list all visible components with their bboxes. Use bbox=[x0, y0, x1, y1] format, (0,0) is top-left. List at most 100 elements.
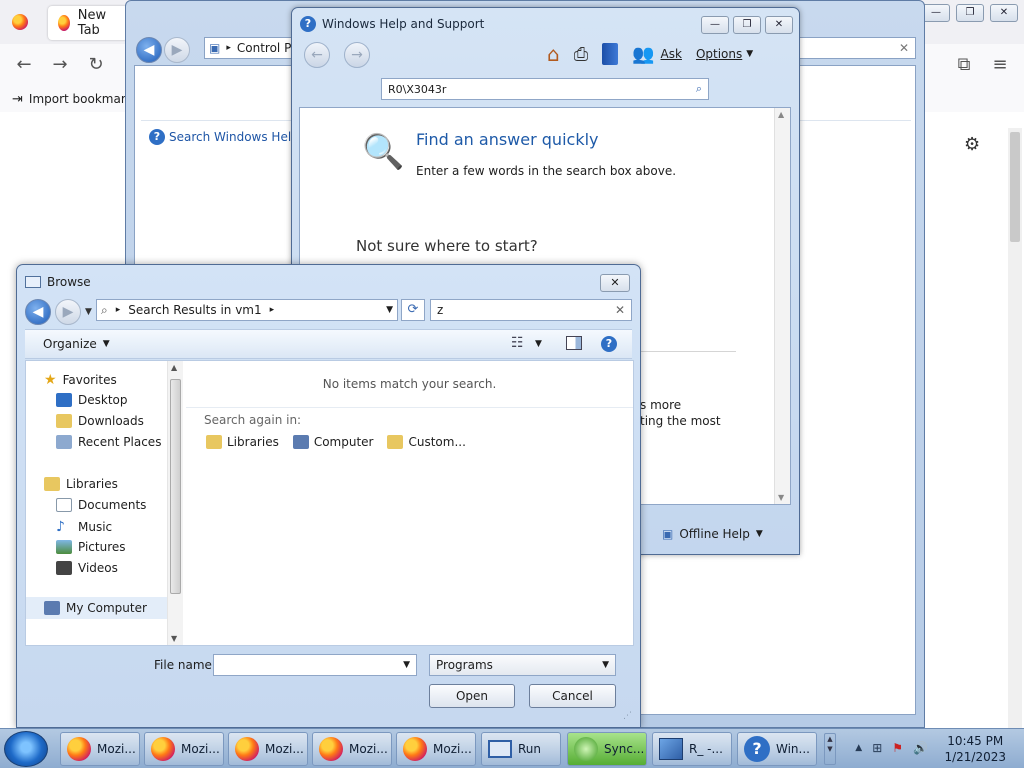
results-pane: No items match your search. Search again… bbox=[186, 361, 633, 645]
reload-icon[interactable]: ↻ bbox=[84, 54, 108, 75]
refresh-icon[interactable]: ⟳ bbox=[401, 299, 425, 321]
ask-label: Ask bbox=[660, 47, 682, 61]
browse-title-bar: Browse bbox=[25, 275, 91, 289]
scroll-down-icon[interactable]: ▼ bbox=[171, 634, 177, 643]
options-label: Options bbox=[695, 47, 743, 61]
taskbar-item-firefox-3[interactable]: Mozi... bbox=[228, 732, 308, 766]
cp-help-link[interactable]: ? Search Windows Help a bbox=[149, 129, 310, 145]
taskbar-item-control-panel[interactable]: R_ -... bbox=[652, 732, 732, 766]
file-name-input[interactable]: ▼ bbox=[213, 654, 417, 676]
taskbar-item-firefox-2[interactable]: Mozi... bbox=[144, 732, 224, 766]
search-again-label: Search again in: bbox=[204, 413, 302, 427]
navigation-pane-scrollbar[interactable]: ▲ ▼ bbox=[167, 361, 183, 645]
start-button[interactable] bbox=[4, 731, 48, 767]
forward-icon[interactable]: → bbox=[48, 54, 72, 75]
nav-computer-label: My Computer bbox=[66, 601, 147, 615]
help-back-button[interactable]: ← bbox=[304, 42, 330, 68]
search-again-custom[interactable]: Custom... bbox=[387, 435, 466, 449]
close-button[interactable]: ✕ bbox=[990, 4, 1018, 22]
clear-search-icon[interactable]: ✕ bbox=[615, 303, 625, 317]
taskbar-item-sync[interactable]: Sync... bbox=[567, 732, 647, 766]
scroll-up-icon[interactable]: ▲ bbox=[778, 110, 784, 119]
browse-forward-button[interactable]: ▶ bbox=[55, 299, 81, 325]
scroll-thumb[interactable] bbox=[170, 379, 181, 594]
options-menu[interactable]: Options ▼ bbox=[696, 47, 753, 61]
help-minimize-button[interactable]: — bbox=[701, 16, 729, 34]
offline-help-menu[interactable]: ▣ Offline Help ▼ bbox=[662, 527, 763, 541]
nav-libraries[interactable]: Libraries bbox=[44, 477, 118, 491]
help-search-input[interactable]: R0\X3043r ⌕ bbox=[381, 78, 709, 100]
browse-help-book-icon[interactable] bbox=[602, 43, 619, 65]
nav-music-label: Music bbox=[78, 520, 113, 534]
cancel-button[interactable]: Cancel bbox=[529, 684, 616, 708]
search-icon[interactable]: ⌕ bbox=[696, 82, 702, 96]
address-dropdown-icon[interactable]: ▼ bbox=[386, 305, 393, 315]
preview-pane-icon[interactable] bbox=[566, 336, 582, 350]
clear-address-icon[interactable]: ✕ bbox=[899, 41, 909, 55]
browse-close-button[interactable]: ✕ bbox=[600, 274, 630, 292]
browse-search-input[interactable]: z ✕ bbox=[430, 299, 632, 321]
help-home-icon[interactable]: ⌂ bbox=[547, 42, 560, 66]
chevron-down-icon[interactable]: ▼ bbox=[403, 660, 410, 670]
taskbar-item-help[interactable]: ? Win... bbox=[737, 732, 817, 766]
ask-button[interactable]: 👥 Ask bbox=[632, 44, 682, 65]
view-options-icon[interactable]: ☷ bbox=[511, 335, 524, 351]
nav-pictures[interactable]: Pictures bbox=[56, 540, 126, 554]
nav-documents[interactable]: Documents bbox=[56, 498, 146, 512]
cp-forward-button[interactable]: ▶ bbox=[164, 37, 190, 63]
tab-label: New Tab bbox=[77, 8, 107, 38]
action-center-flag-icon[interactable]: ⚑ bbox=[892, 741, 903, 755]
resize-grip-icon[interactable]: ⋰ bbox=[623, 711, 632, 721]
scroll-down-icon[interactable]: ▼ bbox=[778, 493, 784, 502]
taskbar-item-firefox-5[interactable]: Mozi... bbox=[396, 732, 476, 766]
menu-icon[interactable]: ≡ bbox=[988, 54, 1012, 75]
browse-address-bar[interactable]: ⌕ ▸ Search Results in vm1 ▸ ▼ bbox=[96, 299, 398, 321]
page-scrollbar[interactable] bbox=[1008, 128, 1022, 728]
network-icon[interactable]: ⊞ bbox=[872, 741, 882, 755]
search-again-computer[interactable]: Computer bbox=[292, 435, 373, 449]
taskbar-item-firefox-4[interactable]: Mozi... bbox=[312, 732, 392, 766]
settings-gear-icon[interactable]: ⚙ bbox=[964, 134, 980, 155]
nav-my-computer[interactable]: My Computer bbox=[26, 597, 167, 619]
browse-nav-buttons: ◀ ▶ ▼ bbox=[25, 299, 92, 325]
nav-libraries-label: Libraries bbox=[66, 477, 118, 491]
file-type-select[interactable]: Programs ▼ bbox=[429, 654, 616, 676]
search-again-libraries[interactable]: Libraries bbox=[206, 435, 279, 449]
nav-recent-places[interactable]: Recent Places bbox=[56, 435, 161, 449]
nav-desktop[interactable]: Desktop bbox=[56, 393, 128, 407]
show-hidden-icons-icon[interactable]: ▲ bbox=[855, 743, 862, 753]
taskbar-item-firefox-1[interactable]: Mozi... bbox=[60, 732, 140, 766]
help-scrollbar[interactable]: ▲ ▼ bbox=[774, 108, 790, 504]
minimize-button[interactable]: — bbox=[922, 4, 950, 22]
organize-menu[interactable]: Organize ▼ bbox=[43, 337, 110, 351]
no-items-message: No items match your search. bbox=[322, 377, 497, 391]
browse-back-button[interactable]: ◀ bbox=[25, 299, 51, 325]
tab-new-tab[interactable]: New Tab bbox=[48, 6, 128, 40]
nav-favorites[interactable]: ★ Favorites bbox=[44, 372, 117, 388]
print-icon[interactable]: ⎙ bbox=[574, 44, 588, 65]
back-icon[interactable]: ← bbox=[12, 54, 36, 75]
taskbar-clock[interactable]: 10:45 PM 1/21/2023 bbox=[944, 733, 1006, 765]
browse-dialog: Browse ✕ ◀ ▶ ▼ ⌕ ▸ Search Results in vm1… bbox=[16, 264, 641, 728]
help-close-button[interactable]: ✕ bbox=[765, 16, 793, 34]
volume-icon[interactable]: 🔊 bbox=[913, 741, 928, 755]
open-button[interactable]: Open bbox=[429, 684, 515, 708]
nav-music[interactable]: ♪ Music bbox=[56, 519, 112, 535]
recent-pages-chevron-icon[interactable]: ▼ bbox=[85, 307, 92, 317]
scroll-up-icon[interactable]: ▲ bbox=[171, 363, 177, 372]
help-forward-button[interactable]: → bbox=[344, 42, 370, 68]
nav-videos[interactable]: Videos bbox=[56, 561, 118, 575]
taskbar-item-run[interactable]: Run bbox=[481, 732, 561, 766]
help-restore-button[interactable]: ❐ bbox=[733, 16, 761, 34]
view-dropdown-icon[interactable]: ▼ bbox=[535, 339, 542, 349]
extensions-icon[interactable]: ⧉ bbox=[952, 54, 976, 75]
cp-back-button[interactable]: ◀ bbox=[136, 37, 162, 63]
restore-button[interactable]: ❐ bbox=[956, 4, 984, 22]
taskbar-scroll-icon[interactable]: ▲ ▼ bbox=[824, 733, 836, 765]
taskbar-item-label: Mozi... bbox=[433, 742, 472, 756]
help-icon[interactable]: ? bbox=[601, 336, 617, 352]
firefox-menu-icon[interactable] bbox=[12, 14, 28, 30]
import-bookmarks-link[interactable]: Import bookmark bbox=[29, 92, 133, 106]
chevron-down-icon: ▼ bbox=[602, 660, 609, 670]
nav-downloads[interactable]: Downloads bbox=[56, 414, 144, 428]
